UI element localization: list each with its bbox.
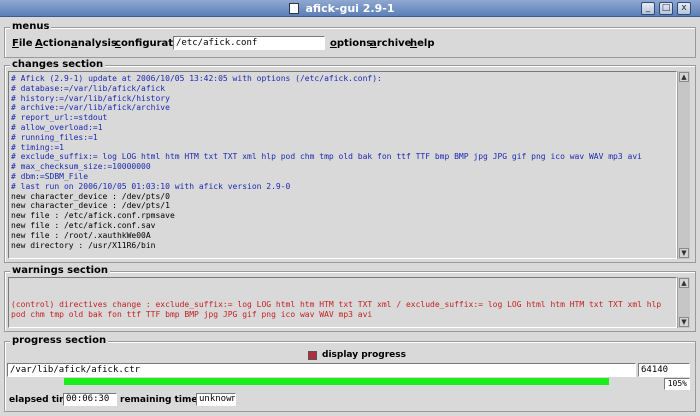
changes-comment-line: # running_files:=1: [11, 132, 98, 142]
remaining-time-label: remaining time: [120, 395, 198, 405]
menu-analysis-label: nalysis: [77, 38, 117, 49]
current-file-field[interactable]: /var/lib/afick/afick.ctr: [7, 363, 636, 377]
menu-archive-label: rchive: [376, 38, 412, 49]
menu-file-mnemonic: F: [12, 38, 19, 49]
changes-label: changes section: [10, 59, 106, 70]
maximize-button[interactable]: □: [659, 2, 673, 15]
changes-scrollbar[interactable]: ▲ ▼: [677, 71, 690, 259]
menu-action[interactable]: Action: [35, 38, 71, 49]
progress-bar: [64, 378, 609, 385]
title-bar[interactable]: afick-gui 2.9-1 _ □ x: [0, 0, 700, 17]
config-path-field[interactable]: /etc/afick.conf: [173, 36, 325, 50]
display-progress-label: display progress: [322, 350, 406, 360]
changes-comment-line: # timing:=1: [11, 142, 64, 152]
changes-entry-line: new file : /etc/afick.conf.rpmsave: [11, 211, 175, 221]
menu-options-mnemonic: o: [330, 38, 337, 49]
warnings-label: warnings section: [10, 265, 111, 276]
changes-comment-line: # archive:=/var/lib/afick/archive: [11, 103, 170, 113]
percent-field: 105%: [664, 378, 690, 390]
warnings-text-area[interactable]: (control) directives change : exclude_su…: [8, 277, 677, 328]
menu-file[interactable]: File: [12, 38, 32, 49]
display-progress-checkbox[interactable]: [308, 351, 317, 360]
menu-analysis-mnemonic: a: [71, 38, 78, 49]
file-count-field[interactable]: 64140: [638, 363, 690, 377]
menu-file-label: ile: [18, 38, 33, 49]
changes-comment-line: # history:=/var/lib/afick/history: [11, 93, 170, 103]
window-title: afick-gui 2.9-1: [305, 2, 395, 15]
close-button[interactable]: x: [677, 2, 691, 15]
menu-options-label: ptions: [336, 38, 373, 49]
changes-text-area[interactable]: # Afick (2.9-1) update at 2006/10/05 13:…: [8, 71, 677, 259]
minimize-button[interactable]: _: [641, 2, 655, 15]
changes-comment-line: # Afick (2.9-1) update at 2006/10/05 13:…: [11, 74, 382, 83]
changes-entry-line: new character_device : /dev/pts/0: [11, 191, 170, 201]
warnings-scrollbar[interactable]: ▲ ▼: [677, 277, 690, 328]
menu-help[interactable]: help: [410, 38, 435, 49]
menu-action-label: ction: [42, 38, 71, 49]
menus-label: menus: [10, 21, 52, 32]
changes-comment-line: # report_url:=stdout: [11, 113, 108, 123]
changes-comment-line: # exclude_suffix:= log LOG html htm HTM …: [11, 152, 642, 162]
menu-archive[interactable]: archive: [370, 38, 411, 49]
scroll-up-icon[interactable]: ▲: [679, 72, 689, 82]
changes-comment-line: # max_checksum_size:=10000000: [11, 162, 151, 172]
changes-entry-line: new directory : /usr/X11R6/bin: [11, 240, 156, 250]
changes-comment-line: # allow_overload:=1: [11, 122, 103, 132]
elapsed-time-field[interactable]: 00:06:30: [63, 393, 117, 406]
menu-action-mnemonic: A: [35, 38, 43, 49]
menu-archive-mnemonic: a: [370, 38, 377, 49]
changes-comment-line: # dbm:=SDBM_File: [11, 171, 89, 181]
scroll-down-icon[interactable]: ▼: [679, 248, 689, 258]
changes-entry-line: new file : /root/.xauthkWe00A: [11, 230, 151, 240]
changes-entry-line: new character_device : /dev/pts/1: [11, 201, 170, 211]
menu-options[interactable]: options: [330, 38, 372, 49]
progress-label: progress section: [10, 335, 109, 346]
changes-comment-line: # database:=/var/lib/afick/afick: [11, 83, 166, 93]
warning-message: (control) directives change : exclude_su…: [11, 299, 662, 320]
menu-analysis[interactable]: analysis: [71, 38, 117, 49]
scroll-down-icon[interactable]: ▼: [679, 317, 689, 327]
scroll-up-icon[interactable]: ▲: [679, 278, 689, 288]
menu-help-label: elp: [417, 38, 435, 49]
remaining-time-field[interactable]: unknown: [196, 393, 236, 406]
changes-comment-line: # last run on 2006/10/05 01:03:10 with a…: [11, 181, 291, 191]
changes-entry-line: new file : /etc/afick.conf.sav: [11, 220, 156, 230]
